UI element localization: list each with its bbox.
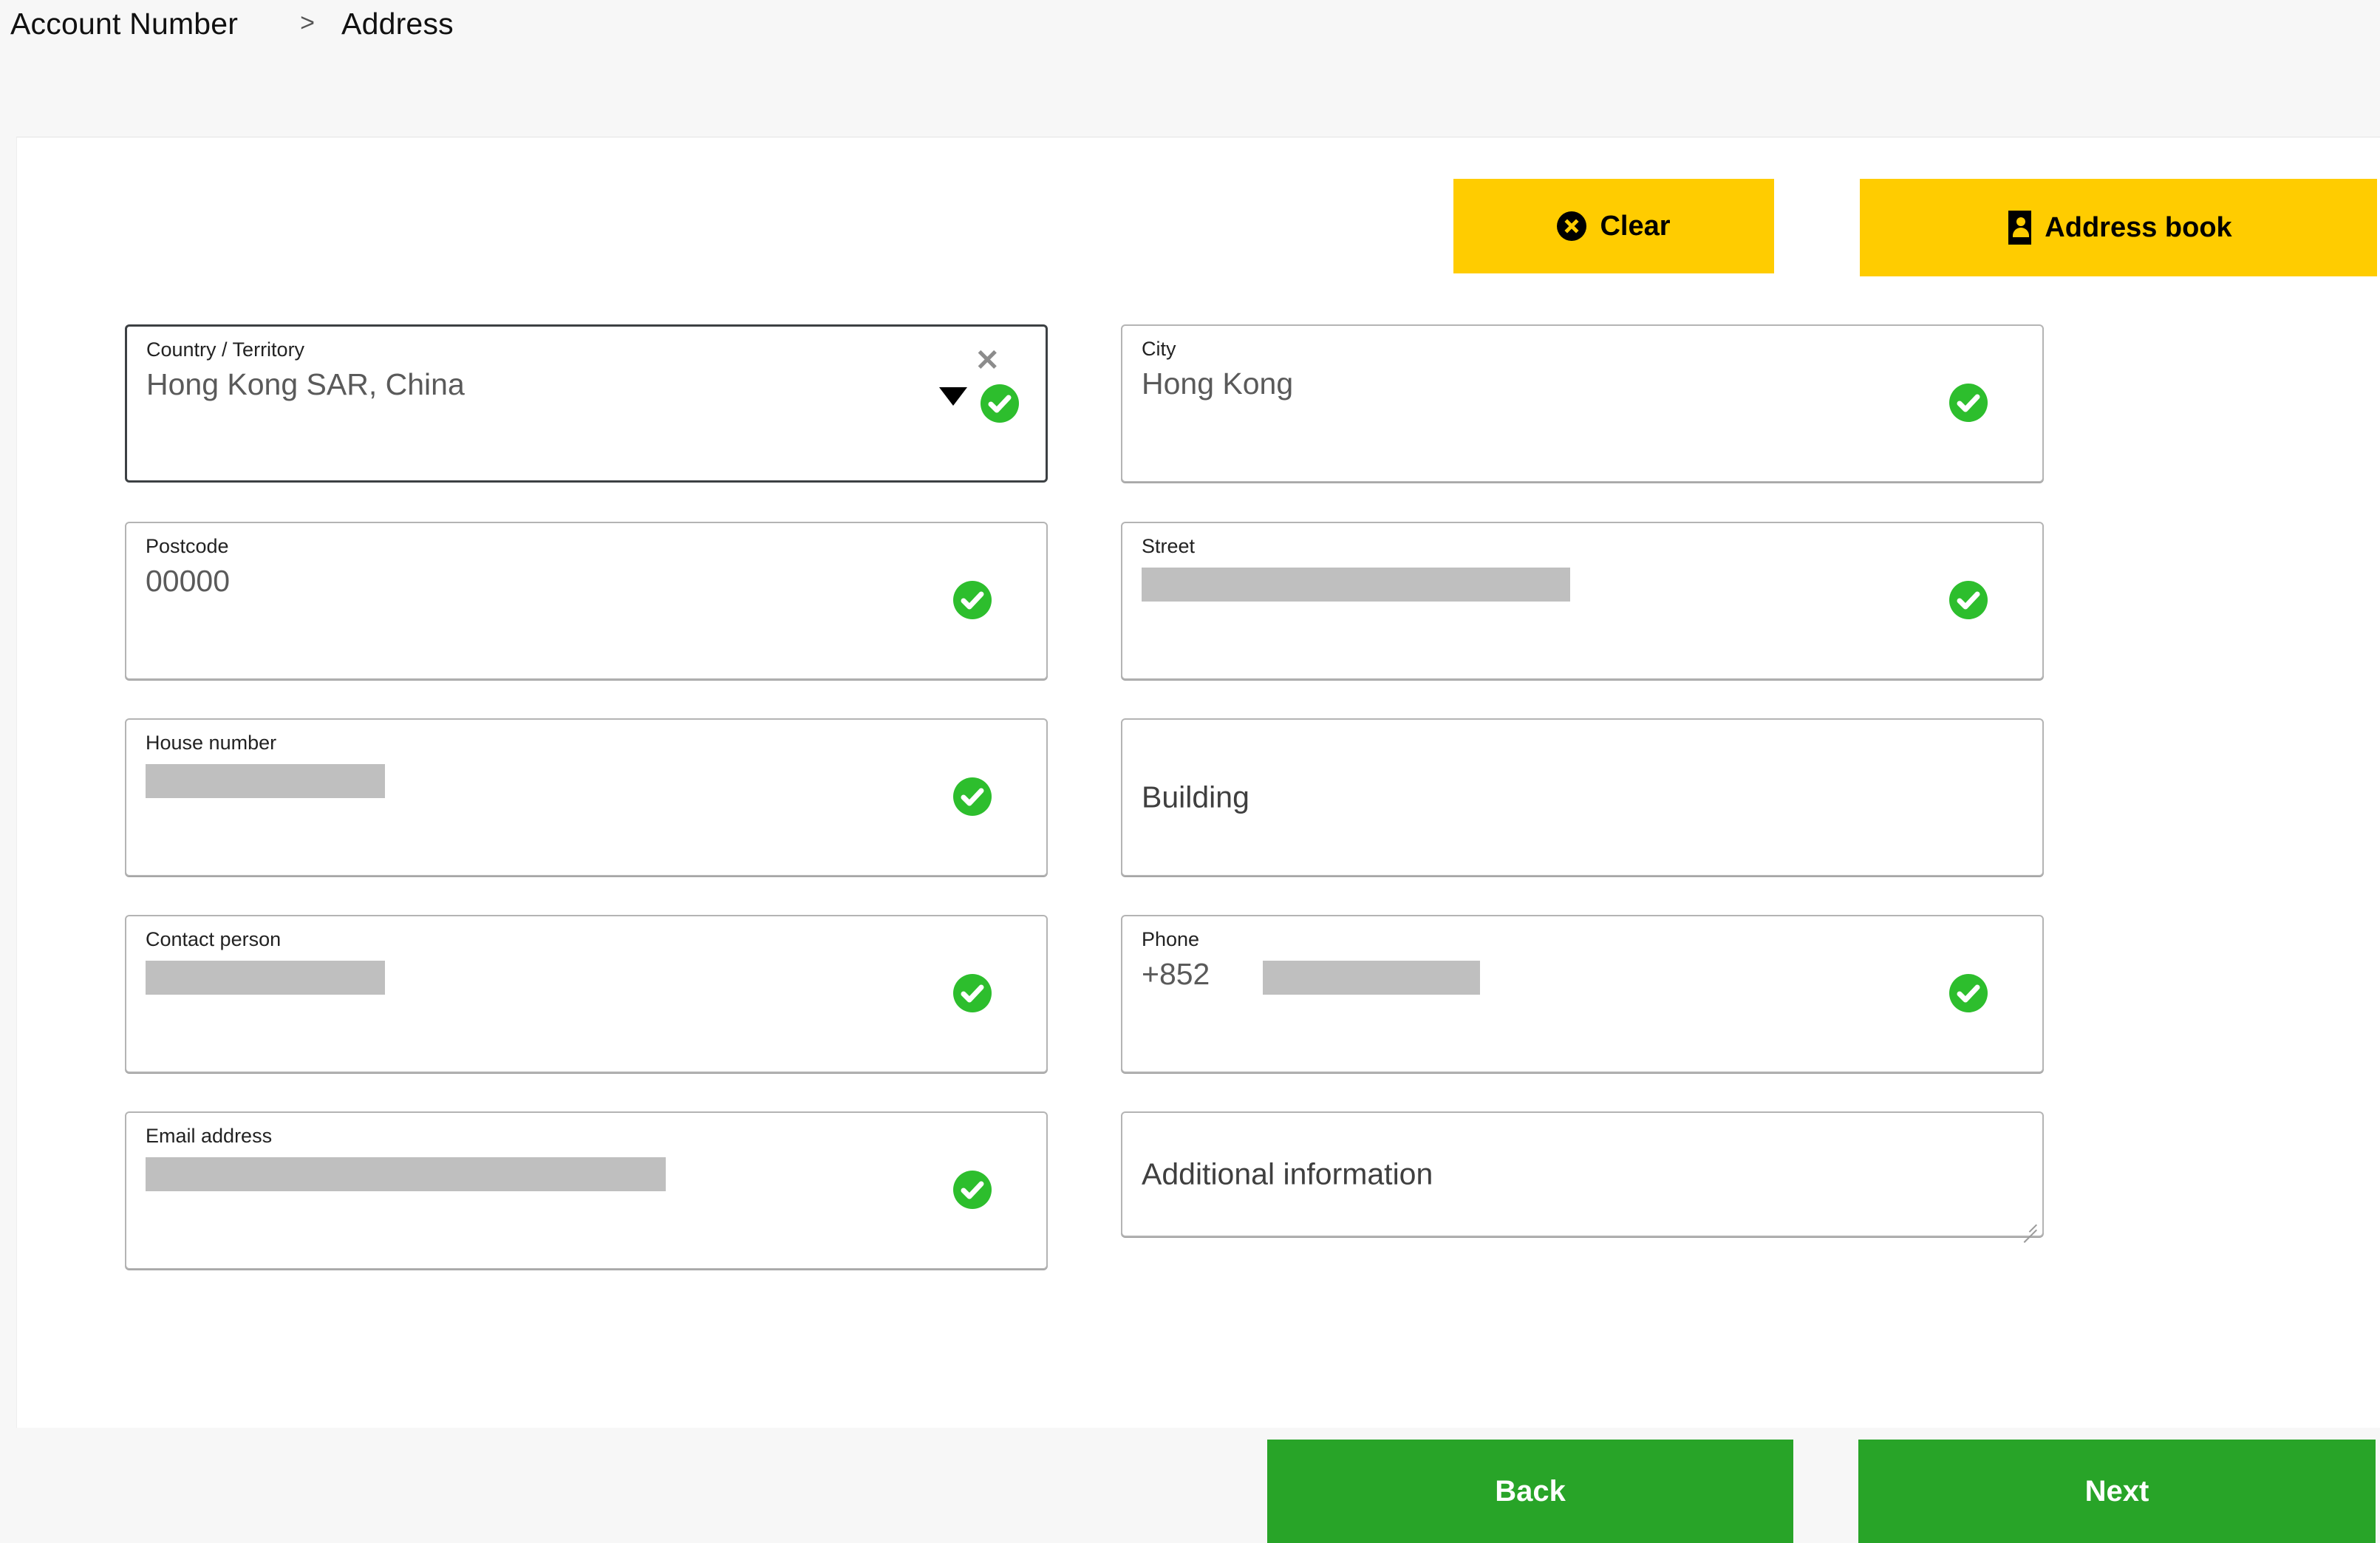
- breadcrumb: Account Number > Address: [0, 0, 2380, 137]
- field-value-country-territory: Hong Kong SAR, China: [146, 367, 465, 401]
- clear-button-label: Clear: [1600, 210, 1671, 242]
- field-value-phone-prefix: +852: [1142, 957, 1210, 991]
- field-city[interactable]: City Hong Kong: [1121, 324, 2044, 483]
- redacted-value: [1142, 568, 1570, 602]
- address-book-button-label: Address book: [2045, 211, 2232, 243]
- field-street[interactable]: Street: [1121, 522, 2044, 680]
- field-value-city: Hong Kong: [1142, 367, 1294, 401]
- clear-button[interactable]: Clear: [1453, 179, 1774, 273]
- check-circle-icon: [953, 777, 992, 816]
- field-email-address[interactable]: Email address: [125, 1111, 1048, 1270]
- field-label-email-address: Email address: [146, 1125, 273, 1147]
- field-postcode[interactable]: Postcode 00000: [125, 522, 1048, 680]
- address-book-button[interactable]: Address book: [1860, 179, 2377, 276]
- field-placeholder-additional-information: Additional information: [1142, 1157, 1433, 1191]
- field-contact-person[interactable]: Contact person: [125, 915, 1048, 1073]
- breadcrumb-item-address[interactable]: Address: [341, 9, 454, 39]
- field-label-postcode: Postcode: [146, 535, 229, 557]
- address-book-icon: [2005, 211, 2032, 245]
- breadcrumb-separator-icon: >: [300, 9, 316, 37]
- field-value-postcode: 00000: [146, 564, 231, 598]
- check-circle-icon: [1949, 384, 1988, 422]
- address-form-card: Clear Address book Country / Territory H…: [16, 137, 2380, 1543]
- next-button-label: Next: [2084, 1474, 2149, 1508]
- field-house-number[interactable]: House number: [125, 718, 1048, 876]
- back-button-label: Back: [1495, 1474, 1566, 1508]
- redacted-value: [146, 1157, 666, 1191]
- chevron-down-icon[interactable]: [939, 387, 967, 406]
- field-label-contact-person: Contact person: [146, 928, 282, 950]
- x-circle-icon: [1557, 211, 1587, 241]
- field-label-street: Street: [1142, 535, 1196, 557]
- back-button[interactable]: Back: [1267, 1440, 1793, 1543]
- field-phone[interactable]: Phone +852: [1121, 915, 2044, 1073]
- field-building[interactable]: Building: [1121, 718, 2044, 876]
- check-circle-icon: [953, 581, 992, 619]
- field-placeholder-building: Building: [1142, 780, 1249, 814]
- redacted-value: [146, 961, 385, 995]
- resize-handle-icon[interactable]: [2019, 1213, 2038, 1232]
- check-circle-icon: [1949, 581, 1988, 619]
- field-label-city: City: [1142, 338, 1176, 360]
- check-circle-icon: [1949, 974, 1988, 1012]
- next-button[interactable]: Next: [1858, 1440, 2376, 1543]
- check-circle-icon: [953, 974, 992, 1012]
- redacted-value: [1263, 961, 1480, 995]
- field-additional-information[interactable]: Additional information: [1121, 1111, 2044, 1237]
- field-country-territory[interactable]: Country / Territory Hong Kong SAR, China…: [125, 324, 1048, 483]
- breadcrumb-item-account-number[interactable]: Account Number: [10, 9, 238, 39]
- close-x-icon[interactable]: ✕: [975, 346, 1000, 375]
- check-circle-icon: [981, 384, 1019, 423]
- field-label-phone: Phone: [1142, 928, 1200, 950]
- redacted-value: [146, 764, 385, 798]
- check-circle-icon: [953, 1171, 992, 1209]
- field-label-country-territory: Country / Territory: [146, 338, 305, 361]
- field-label-house-number: House number: [146, 732, 277, 754]
